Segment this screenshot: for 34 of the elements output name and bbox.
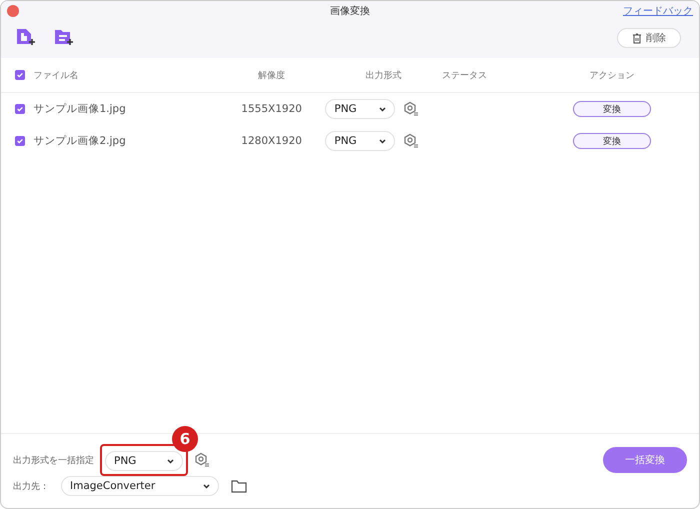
feedback-link[interactable]: フィードバック bbox=[623, 4, 693, 18]
delete-button[interactable]: 削除 bbox=[617, 28, 681, 48]
folder-icon[interactable] bbox=[231, 480, 247, 492]
settings-icon[interactable] bbox=[403, 101, 420, 117]
batch-format-dropdown[interactable]: PNG bbox=[105, 451, 183, 471]
column-header: ファイル名 bbox=[33, 70, 80, 82]
file-name: サンプル画像2.jpg bbox=[33, 134, 127, 148]
file-name: サンプル画像1.jpg bbox=[33, 102, 127, 116]
step-badge: 6 bbox=[172, 426, 198, 452]
row-checkbox[interactable] bbox=[15, 136, 25, 146]
column-header: アクション bbox=[588, 70, 636, 82]
chevron-icon bbox=[379, 106, 386, 112]
close-button[interactable] bbox=[7, 5, 19, 17]
settings-icon[interactable] bbox=[403, 133, 420, 149]
format-dropdown[interactable]: PNG bbox=[325, 99, 396, 119]
convert-button[interactable]: 変換 bbox=[573, 133, 652, 149]
column-header: 出力形式 bbox=[364, 70, 403, 82]
batch-format-label: 出力形式を一括指定 bbox=[13, 454, 94, 466]
column-header: 解像度 bbox=[257, 70, 286, 82]
chevron-icon bbox=[167, 458, 174, 464]
window-title: 画像変換 bbox=[330, 4, 370, 18]
output-label: 出力先： bbox=[13, 480, 49, 492]
column-header: ステータス bbox=[442, 70, 488, 82]
output-folder-dropdown[interactable]: ImageConverter bbox=[61, 476, 219, 496]
convert-button[interactable]: 変換 bbox=[573, 101, 652, 117]
select-all-checkbox[interactable] bbox=[15, 70, 25, 80]
resolution-cell-text: 1280X1920 bbox=[240, 135, 303, 147]
row-checkbox[interactable] bbox=[15, 104, 25, 114]
trash-icon bbox=[632, 32, 642, 44]
chevron-icon bbox=[379, 138, 386, 144]
chevron-icon bbox=[203, 484, 210, 488]
settings-icon[interactable] bbox=[194, 452, 210, 468]
resolution-cell-text: 1555X1920 bbox=[240, 103, 303, 115]
format-dropdown[interactable]: PNG bbox=[325, 131, 396, 151]
